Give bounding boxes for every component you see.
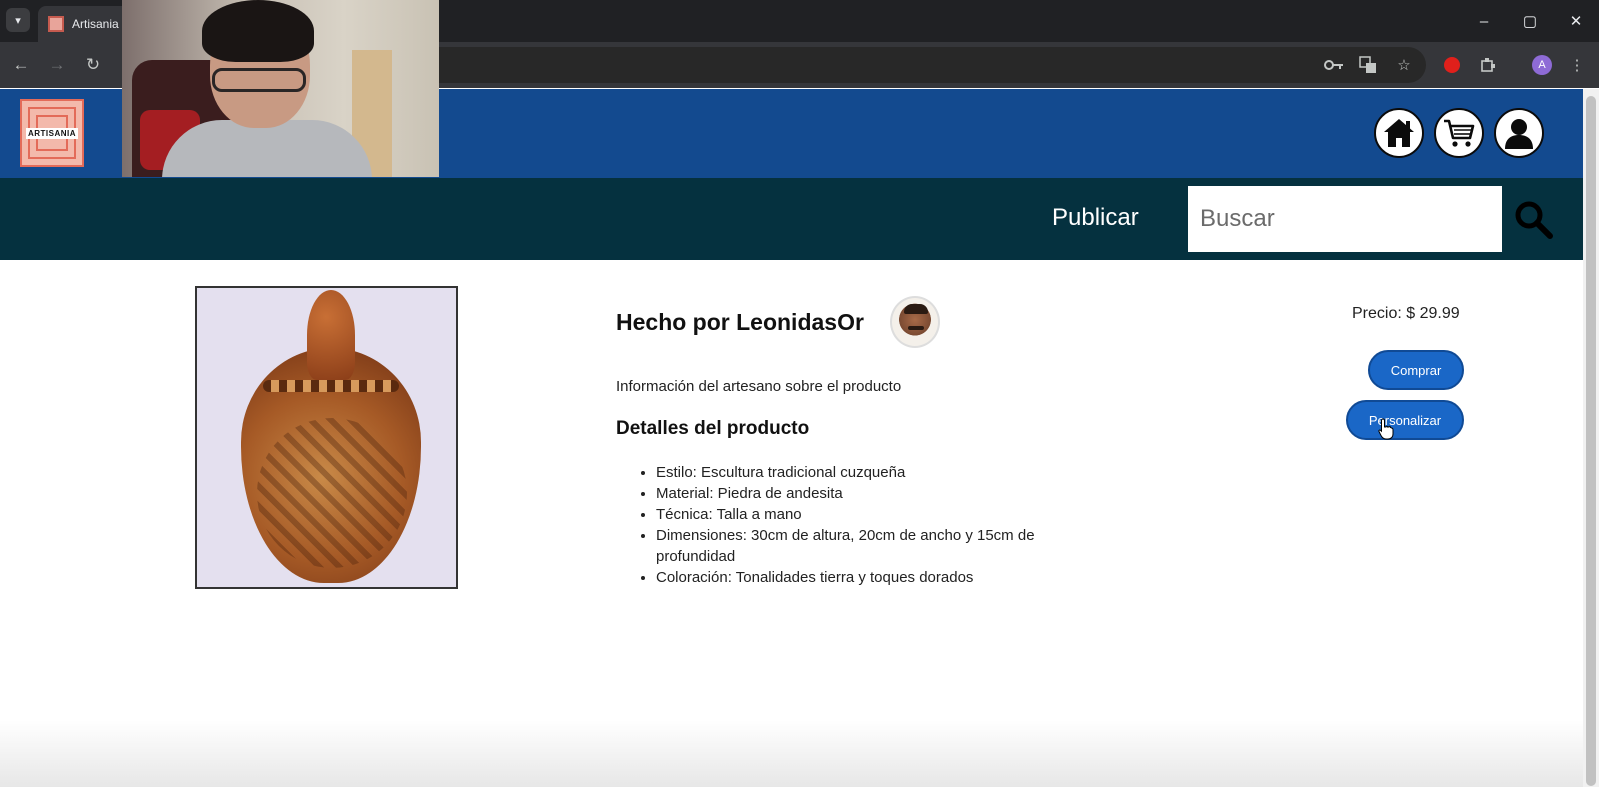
cart-button[interactable] xyxy=(1434,108,1484,158)
extension-red-icon[interactable] xyxy=(1440,53,1464,77)
maker-title: Hecho por LeonidasOr xyxy=(616,309,864,335)
extensions-puzzle-icon[interactable] xyxy=(1476,53,1500,77)
tab-list-button[interactable]: ▾ xyxy=(6,8,30,32)
profile-avatar-icon[interactable]: A xyxy=(1530,53,1554,77)
chevron-down-icon: ▾ xyxy=(15,14,21,27)
artisan-info-text: Información del artesano sobre el produc… xyxy=(616,378,902,395)
product-price: Precio: $ 29.99 xyxy=(1352,305,1460,322)
publish-link[interactable]: Publicar xyxy=(1052,204,1139,232)
forward-button[interactable]: → xyxy=(45,53,69,77)
close-button[interactable]: ✕ xyxy=(1553,0,1599,42)
search-button[interactable] xyxy=(1512,198,1554,240)
user-icon xyxy=(1505,119,1533,149)
buy-button[interactable]: Comprar xyxy=(1368,350,1464,390)
back-button[interactable]: ← xyxy=(9,53,33,77)
hand-cursor-icon xyxy=(1378,418,1394,440)
restore-button[interactable]: ▢ xyxy=(1507,0,1553,42)
detail-item-color: Coloración: Tonalidades tierra y toques … xyxy=(656,567,1096,588)
customize-button[interactable]: Personalizar xyxy=(1346,400,1464,440)
detail-item-technique: Técnica: Talla a mano xyxy=(656,504,1096,525)
site-navbar: Publicar xyxy=(0,178,1583,260)
artisania-logo[interactable]: ARTISANIA xyxy=(20,99,84,167)
search-input[interactable] xyxy=(1188,186,1502,252)
product-image xyxy=(195,286,458,589)
webcam-overlay xyxy=(122,0,439,177)
artisan-avatar[interactable] xyxy=(890,296,940,348)
tab-title: Artisania xyxy=(72,17,119,31)
logo-text: ARTISANIA xyxy=(25,127,79,139)
arrow-right-icon: → xyxy=(48,55,66,74)
product-details-list: Estilo: Escultura tradicional cuzqueña M… xyxy=(656,462,1096,588)
search-icon xyxy=(1515,201,1553,239)
scrollbar-thumb[interactable] xyxy=(1586,96,1596,786)
password-key-icon[interactable] xyxy=(1322,53,1346,77)
home-icon xyxy=(1384,119,1414,147)
reload-button[interactable]: ↻ xyxy=(81,53,105,77)
bottom-fade xyxy=(0,720,1583,787)
more-menu-icon[interactable]: ⋮ xyxy=(1565,53,1589,77)
translate-icon[interactable] xyxy=(1356,53,1380,77)
detail-item-style: Estilo: Escultura tradicional cuzqueña xyxy=(656,462,1096,483)
bookmark-star-icon[interactable]: ☆ xyxy=(1392,53,1416,77)
detail-item-dimensions: Dimensiones: 30cm de altura, 20cm de anc… xyxy=(656,525,1096,567)
detail-item-material: Material: Piedra de andesita xyxy=(656,483,1096,504)
reload-icon: ↻ xyxy=(85,55,101,74)
arrow-left-icon: ← xyxy=(12,55,30,74)
home-button[interactable] xyxy=(1374,108,1424,158)
profile-button[interactable] xyxy=(1494,108,1544,158)
cart-icon xyxy=(1444,119,1475,147)
window-controls: – ▢ ✕ xyxy=(1461,0,1599,42)
minimize-button[interactable]: – xyxy=(1461,0,1507,42)
product-details-title: Detalles del producto xyxy=(616,418,810,439)
favicon-icon xyxy=(48,16,64,32)
